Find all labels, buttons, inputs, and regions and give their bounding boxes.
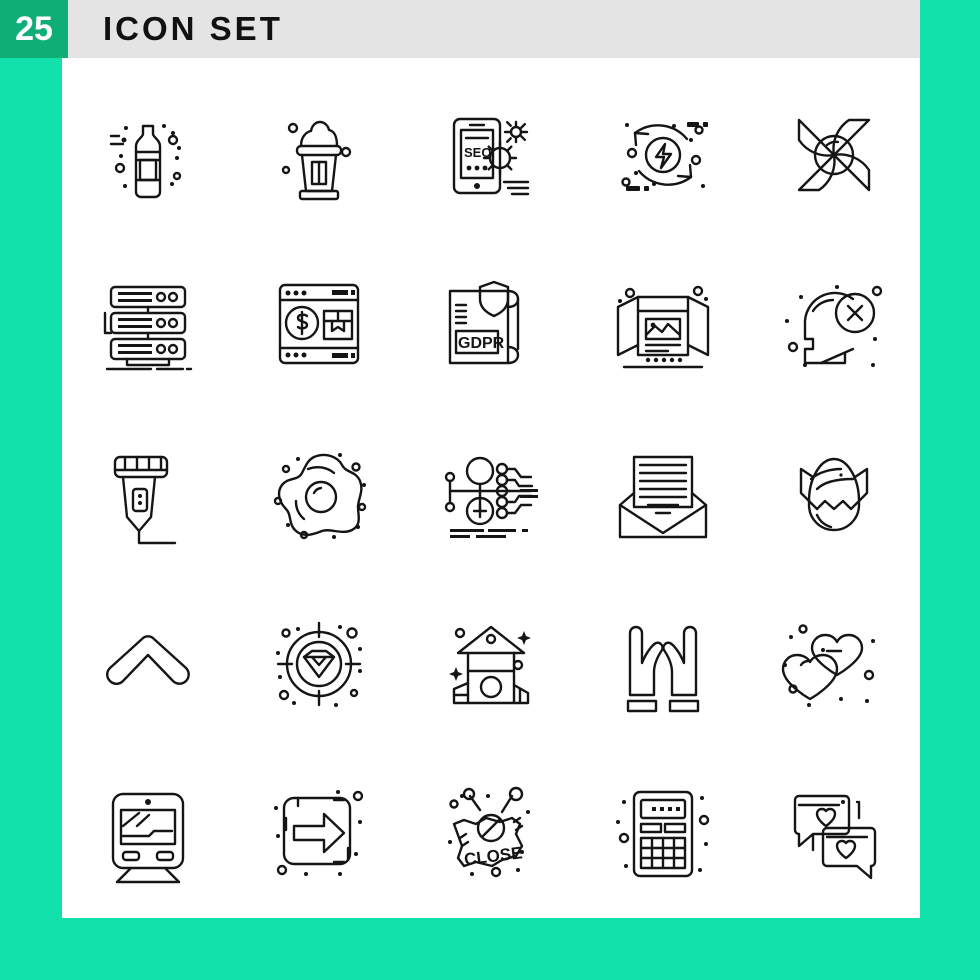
exhibition-booth-icon — [616, 286, 709, 369]
close-label: CLOSE — [463, 843, 523, 869]
icon-cell-2[interactable] — [234, 70, 406, 240]
seo-label: SEO — [464, 145, 491, 160]
arrow-right-box-icon — [274, 790, 364, 877]
icon-cell-12[interactable] — [234, 409, 406, 579]
network-distribution-icon — [444, 456, 538, 538]
title-bar: ICON SET — [68, 0, 920, 58]
icon-cell-17[interactable] — [234, 579, 406, 749]
icon-cell-7[interactable] — [234, 240, 406, 410]
heart-chat-bubbles-icon — [793, 794, 877, 880]
count-badge: 25 — [0, 0, 68, 58]
icon-cell-6[interactable] — [62, 240, 234, 410]
icon-cell-3[interactable]: SEO — [405, 70, 577, 240]
icon-cell-19[interactable] — [577, 579, 749, 749]
server-rack-icon — [103, 286, 192, 371]
two-hearts-icon — [781, 623, 876, 707]
icon-cell-18[interactable] — [405, 579, 577, 749]
icon-cell-21[interactable] — [62, 748, 234, 918]
icon-cell-15[interactable] — [748, 409, 920, 579]
icon-cell-11[interactable] — [62, 409, 234, 579]
train-icon — [111, 792, 184, 884]
close-sign-icon: CLOSE — [447, 786, 530, 878]
caring-hands-icon — [626, 625, 699, 712]
icon-cell-8[interactable]: GDPR — [405, 240, 577, 410]
icon-cell-5[interactable] — [748, 70, 920, 240]
icon-cell-10[interactable] — [748, 240, 920, 410]
renewable-energy-icon — [620, 121, 708, 191]
gdpr-document-icon: GDPR — [448, 281, 520, 365]
icon-cell-20[interactable] — [748, 579, 920, 749]
online-shopping-icon — [279, 284, 360, 365]
icon-cell-13[interactable] — [405, 409, 577, 579]
fried-egg-icon — [274, 452, 367, 540]
icon-cell-22[interactable] — [234, 748, 406, 918]
icon-set-page: 25 ICON SET SEO GDPR CLOSE — [0, 0, 980, 980]
gdpr-label: GDPR — [458, 335, 505, 352]
icon-cell-9[interactable] — [577, 240, 749, 410]
flower-icon — [797, 118, 871, 191]
icon-grid: SEO GDPR CLOSE — [62, 58, 920, 918]
chevron-up-icon — [105, 634, 190, 685]
calculator-icon — [615, 790, 709, 878]
diamond-target-icon — [276, 621, 363, 707]
ice-cream-cup-icon — [282, 120, 352, 200]
icon-cell-25[interactable] — [748, 748, 920, 918]
cracked-easter-egg-icon — [799, 457, 869, 532]
playhouse-icon — [448, 625, 531, 704]
icon-cell-23[interactable]: CLOSE — [405, 748, 577, 918]
bottle-icon — [109, 123, 181, 198]
head-reject-icon — [785, 285, 883, 368]
icon-cell-1[interactable] — [62, 70, 234, 240]
icon-cell-14[interactable] — [577, 409, 749, 579]
header-bar: 25 ICON SET — [0, 0, 920, 58]
icon-cell-24[interactable] — [577, 748, 749, 918]
electric-shaver-icon — [113, 455, 176, 545]
open-envelope-icon — [618, 455, 707, 539]
icon-cell-4[interactable] — [577, 70, 749, 240]
mobile-seo-settings-icon: SEO — [452, 117, 530, 195]
icon-cell-16[interactable] — [62, 579, 234, 749]
page-title: ICON SET — [103, 10, 283, 47]
